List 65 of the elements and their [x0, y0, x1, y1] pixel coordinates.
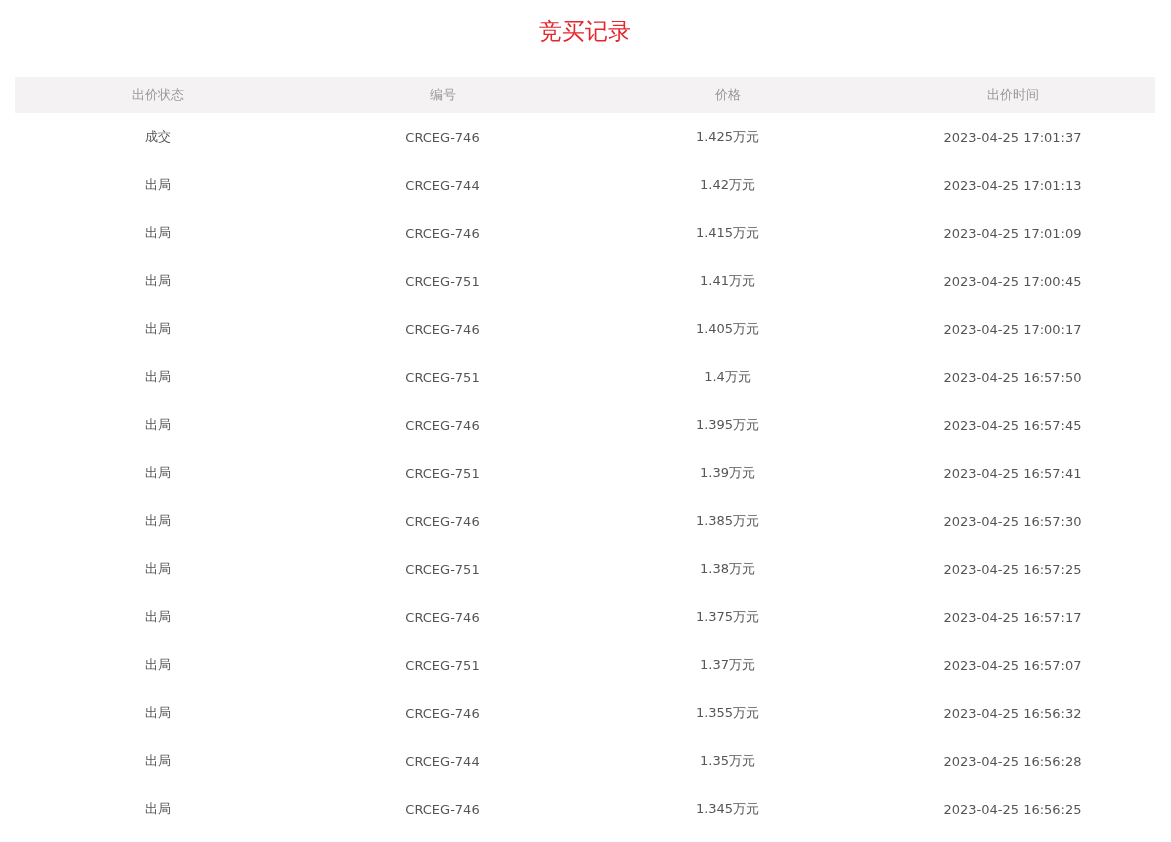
- table-cell: CRCEG-746: [405, 225, 480, 241]
- table-cell: 2023-04-25 16:57:07: [943, 657, 1082, 673]
- table-cell: 出局: [144, 561, 171, 576]
- table-cell: CRCEG-746: [405, 321, 480, 337]
- table-cell: 2023-04-25 17:01:09: [943, 225, 1082, 241]
- column-header: 出价状态: [131, 87, 184, 102]
- table-cell: CRCEG-746: [405, 801, 480, 817]
- table-cell: 1.37万元: [700, 657, 755, 672]
- table-cell: 出局: [144, 657, 171, 672]
- table-cell: CRCEG-751: [405, 657, 480, 673]
- table-cell: 出局: [144, 225, 171, 240]
- table-cell: 2023-04-25 16:57:45: [943, 417, 1082, 433]
- table-cell: 1.4万元: [704, 369, 751, 384]
- table-cell: 2023-04-25 16:56:28: [943, 753, 1082, 769]
- table-cell: 2023-04-25 16:56:25: [943, 801, 1082, 817]
- table-cell: 出局: [144, 321, 171, 336]
- table-cell: 2023-04-25 16:57:25: [943, 561, 1082, 577]
- table-cell: 1.355万元: [695, 705, 760, 720]
- table-cell: 1.405万元: [695, 321, 760, 336]
- table-cell: 1.345万元: [695, 801, 760, 816]
- table-cell: 1.385万元: [695, 513, 760, 528]
- table-cell: 出局: [144, 465, 171, 480]
- table-cell: 1.42万元: [700, 177, 755, 192]
- table-cell: CRCEG-751: [405, 273, 480, 289]
- table-cell: 2023-04-25 17:01:37: [943, 129, 1082, 145]
- table-cell: 1.35万元: [700, 753, 755, 768]
- table-cell: CRCEG-746: [405, 129, 480, 145]
- table-cell: 出局: [144, 753, 171, 768]
- table-cell: 2023-04-25 16:57:50: [943, 369, 1082, 385]
- page-title: 竞买记录: [539, 18, 631, 44]
- table-cell: 1.395万元: [695, 417, 760, 432]
- column-header: 编号: [429, 87, 456, 102]
- table-cell: 1.39万元: [700, 465, 755, 480]
- table-cell: CRCEG-751: [405, 465, 480, 481]
- table-cell: CRCEG-744: [405, 753, 480, 769]
- table-cell: 出局: [144, 177, 171, 192]
- table-cell: 2023-04-25 16:56:32: [943, 705, 1082, 721]
- table-cell: 成交: [144, 129, 171, 144]
- table-cell: 出局: [144, 609, 171, 624]
- table-cell: 出局: [144, 417, 171, 432]
- table-cell: 出局: [144, 705, 171, 720]
- table-cell: CRCEG-746: [405, 705, 480, 721]
- table-cell: 1.38万元: [700, 561, 755, 576]
- table-cell: CRCEG-744: [405, 177, 480, 193]
- table-cell: 1.41万元: [700, 273, 755, 288]
- table-cell: 2023-04-25 17:01:13: [943, 177, 1082, 193]
- table-cell: 1.425万元: [695, 129, 760, 144]
- table-cell: 2023-04-25 16:57:41: [943, 465, 1082, 481]
- table-cell: CRCEG-746: [405, 417, 480, 433]
- table-cell: CRCEG-746: [405, 513, 480, 529]
- table-cell: CRCEG-751: [405, 369, 480, 385]
- table-cell: 2023-04-25 16:57:17: [943, 609, 1082, 625]
- table-cell: CRCEG-746: [405, 609, 480, 625]
- table-cell: 出局: [144, 273, 171, 288]
- table-cell: 2023-04-25 17:00:45: [943, 273, 1082, 289]
- column-header: 价格: [714, 87, 741, 102]
- table-cell: 出局: [144, 801, 171, 816]
- table-cell: 1.375万元: [695, 609, 760, 624]
- table-cell: 出局: [144, 513, 171, 528]
- table-cell: 1.415万元: [695, 225, 760, 240]
- table-cell: 2023-04-25 17:00:17: [943, 321, 1082, 337]
- column-header: 出价时间: [986, 87, 1039, 102]
- table-cell: 2023-04-25 16:57:30: [943, 513, 1082, 529]
- table-cell: 出局: [144, 369, 171, 384]
- table-cell: CRCEG-751: [405, 561, 480, 577]
